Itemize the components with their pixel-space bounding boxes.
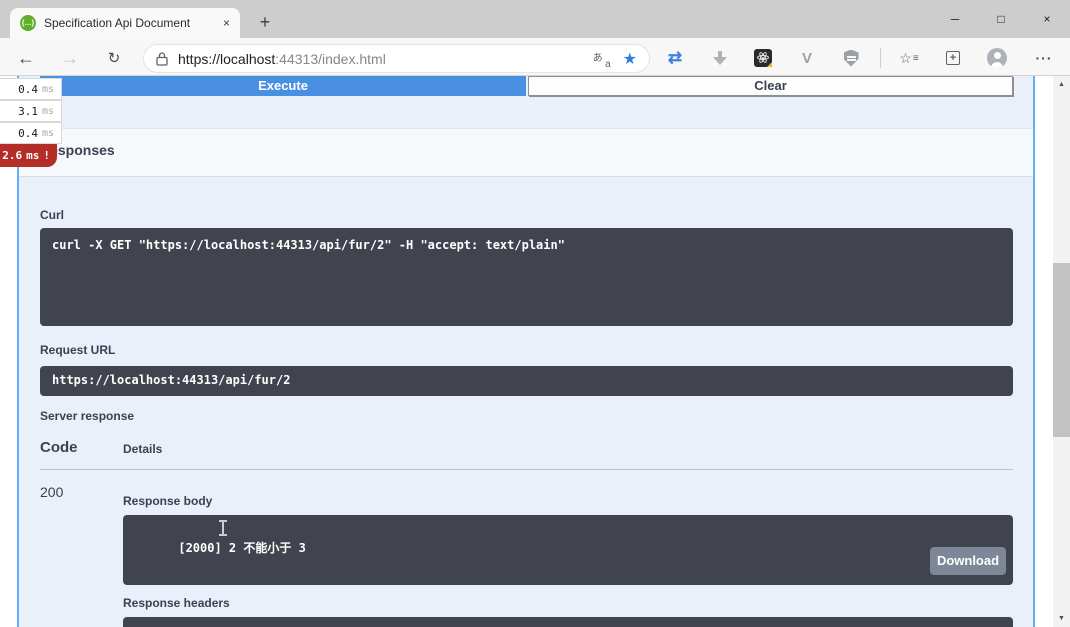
lock-icon (156, 52, 168, 66)
page-content: Execute Clear Responses 0.4 ms 3.1 ms 0.… (0, 76, 1070, 627)
favorites-bar-icon[interactable]: ☆ ≡ (895, 44, 923, 72)
table-header-divider (40, 469, 1013, 470)
profiler-alert: ! (43, 149, 50, 162)
translate-glyph-a: あ (593, 49, 603, 64)
scroll-up-icon[interactable]: ▲ (1053, 76, 1070, 93)
star-outline-icon: ☆ (899, 50, 912, 67)
profiler-unit: ms (26, 149, 39, 162)
react-devtools-extension-icon[interactable] (749, 44, 777, 72)
toolbar-separator (880, 48, 881, 68)
request-url-box[interactable]: https://localhost:44313/api/fur/2 (40, 366, 1013, 396)
download-button[interactable]: Download (930, 547, 1006, 575)
more-menu-icon[interactable]: ··· (1030, 44, 1058, 72)
swagger-favicon-icon: {…} (20, 15, 36, 31)
tab-close-icon[interactable]: × (223, 16, 230, 30)
shield-extension-icon[interactable] (837, 44, 865, 72)
maximize-button[interactable]: □ (978, 0, 1024, 38)
shield-icon (844, 50, 859, 67)
response-body-label: Response body (123, 494, 212, 508)
window-controls: ─ □ × (932, 0, 1070, 38)
swap-arrows-extension-icon[interactable]: ⇄ (661, 44, 689, 72)
url-text[interactable]: https://localhost:44313/index.html (178, 51, 386, 67)
vue-devtools-extension-icon[interactable]: V (793, 44, 821, 72)
atom-icon (754, 49, 772, 67)
text-cursor (219, 520, 227, 536)
profiler-badge[interactable]: 0.4 ms (0, 122, 62, 144)
browser-window: {…} Specification Api Document × + ─ □ ×… (0, 0, 1070, 627)
profiler-value: 3.1 (18, 105, 38, 118)
tab-title: Specification Api Document (44, 16, 217, 30)
scroll-down-icon[interactable]: ▼ (1053, 610, 1070, 627)
profiler-value: 0.4 (18, 127, 38, 140)
browser-tab[interactable]: {…} Specification Api Document × (10, 8, 240, 38)
favorite-star-icon[interactable]: ★ (623, 49, 637, 69)
translate-glyph-b: a (605, 59, 611, 70)
code-column-header: Code (40, 439, 78, 456)
avatar-icon (987, 48, 1007, 68)
clear-button[interactable]: Clear (528, 76, 1013, 96)
response-headers-box[interactable] (123, 617, 1013, 627)
close-button[interactable]: × (1024, 0, 1070, 38)
profiler-unit: ms (42, 106, 54, 117)
response-headers-label: Response headers (123, 596, 230, 610)
profiler-value: 2.6 (2, 149, 22, 162)
download-icon[interactable] (706, 44, 734, 72)
scrollbar-thumb[interactable] (1053, 263, 1070, 437)
minimize-button[interactable]: ─ (932, 0, 978, 38)
forward-icon: → (56, 44, 84, 72)
profiler-badge[interactable]: 0.4 ms (0, 78, 62, 100)
response-body-text: [2000] 2 不能小于 3 (178, 541, 305, 555)
profile-avatar[interactable] (983, 44, 1011, 72)
refresh-icon[interactable]: ↻ (100, 44, 128, 72)
url-path: :44313/index.html (275, 51, 386, 67)
profiler-unit: ms (42, 128, 54, 139)
response-body-box[interactable]: [2000] 2 不能小于 3 Download (123, 515, 1013, 585)
titlebar: {…} Specification Api Document × + ─ □ × (0, 0, 1070, 38)
details-column-header: Details (123, 442, 162, 456)
translate-icon[interactable]: あ a (593, 50, 611, 68)
curl-label: Curl (40, 208, 64, 222)
warning-triangle-icon (767, 62, 772, 67)
profiler-badge[interactable]: 3.1 ms (0, 100, 62, 122)
execute-button[interactable]: Execute (40, 76, 526, 96)
responses-section-header (19, 128, 1033, 177)
curl-command-box[interactable]: curl -X GET "https://localhost:44313/api… (40, 228, 1013, 326)
profiler-value: 0.4 (18, 83, 38, 96)
status-code: 200 (40, 484, 63, 500)
profiler-unit: ms (42, 84, 54, 95)
list-lines-icon: ≡ (913, 53, 919, 64)
vertical-scrollbar[interactable]: ▲ ▼ (1053, 76, 1070, 627)
url-host: https://localhost (178, 51, 275, 67)
collections-plus-icon: + (946, 51, 960, 65)
new-tab-button[interactable]: + (252, 9, 278, 35)
request-url-label: Request URL (40, 343, 115, 357)
server-response-label: Server response (40, 409, 134, 423)
address-bar[interactable]: https://localhost:44313/index.html あ a ★ (143, 44, 650, 73)
back-icon[interactable]: ← (12, 44, 40, 72)
collections-icon[interactable]: + (939, 44, 967, 72)
download-arrow-head (713, 57, 727, 65)
profiler-badge-alert[interactable]: 2.6 ms ! (0, 144, 57, 167)
